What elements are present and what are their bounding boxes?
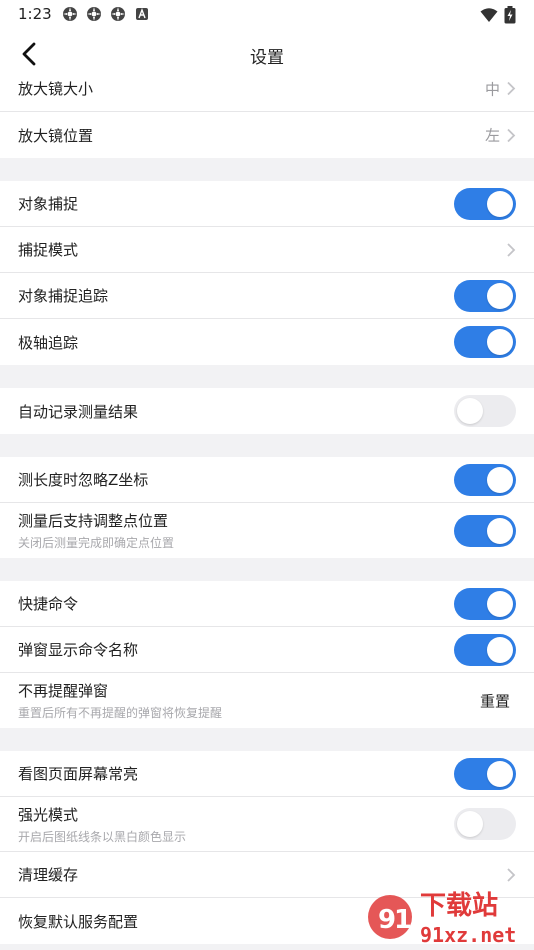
measure-group: 测长度时忽略Z坐标 测量后支持调整点位置 关闭后测量完成即确定点位置 (0, 457, 534, 558)
row-label: 放大镜大小 (18, 80, 94, 98)
row-subtitle: 开启后图纸线条以黑白颜色显示 (18, 829, 187, 844)
section-divider (0, 434, 534, 457)
row-label: 测量后支持调整点位置 (18, 512, 169, 530)
row-label: 清理缓存 (18, 866, 79, 884)
auto-record-toggle[interactable] (454, 395, 516, 427)
app-notification-icon (62, 7, 77, 21)
app-notification-icon (86, 7, 101, 21)
screen-always-on-row: 看图页面屏幕常亮 (0, 751, 534, 797)
magnifier-group: 放大镜大小 中 放大镜位置 左 (0, 66, 534, 158)
auto-record-row: 自动记录测量结果 (0, 388, 534, 434)
row-label: 放大镜位置 (18, 126, 94, 145)
row-label: 捕捉模式 (18, 241, 79, 259)
row-label: 对象捕捉 (18, 195, 79, 213)
section-divider (0, 365, 534, 388)
row-label: 自动记录测量结果 (18, 402, 139, 421)
section-divider (0, 558, 534, 581)
section-divider (0, 158, 534, 181)
command-group: 快捷命令 弹窗显示命令名称 不再提醒弹窗 重置后所有不再提醒的弹窗将恢复提醒 重… (0, 581, 534, 728)
page-title: 设置 (250, 48, 284, 68)
row-label: 看图页面屏幕常亮 (18, 765, 139, 783)
status-time: 1:23 (18, 5, 52, 23)
reset-button[interactable]: 重置 (480, 690, 510, 711)
display-group: 看图页面屏幕常亮 强光模式 开启后图纸线条以黑白颜色显示 清理缓存 恢复默认服务… (0, 751, 534, 944)
measure-record-group: 自动记录测量结果 (0, 388, 534, 434)
polar-tracking-row: 极轴追踪 (0, 319, 534, 365)
popup-command-name-toggle[interactable] (454, 633, 516, 666)
row-label: 快捷命令 (18, 595, 79, 613)
magnifier-size-value: 中 (484, 80, 500, 98)
row-label: 强光模式 (18, 805, 79, 824)
wifi-icon (480, 8, 498, 22)
adjust-point-row: 测量后支持调整点位置 关闭后测量完成即确定点位置 (0, 503, 534, 558)
ignore-z-row: 测长度时忽略Z坐标 (0, 457, 534, 503)
no-remind-popup-row: 不再提醒弹窗 重置后所有不再提醒的弹窗将恢复提醒 重置 (0, 673, 534, 728)
shortcut-command-row: 快捷命令 (0, 581, 534, 627)
popup-command-name-row: 弹窗显示命令名称 (0, 627, 534, 673)
chevron-right-icon (507, 867, 516, 882)
ignore-z-toggle[interactable] (454, 463, 516, 496)
app-notification-icon (110, 7, 125, 21)
snap-mode-row[interactable]: 捕捉模式 (0, 227, 534, 273)
row-label: 不再提醒弹窗 (18, 682, 109, 700)
strong-light-mode-toggle[interactable] (454, 808, 516, 840)
clear-cache-row[interactable]: 清理缓存 (0, 852, 534, 898)
polar-tracking-toggle[interactable] (454, 326, 516, 358)
adjust-point-toggle[interactable] (454, 514, 516, 547)
magnifier-position-value: 左 (484, 126, 500, 145)
row-label: 弹窗显示命令名称 (18, 641, 139, 659)
status-system-icons (480, 6, 516, 24)
status-notification-icons (62, 6, 150, 22)
object-snap-tracking-toggle[interactable] (454, 279, 516, 312)
settings-list: 放大镜大小 中 放大镜位置 左 对象捕捉 捕捉模式 对象捕捉追踪 极轴追踪 自动… (0, 66, 534, 944)
row-subtitle: 重置后所有不再提醒的弹窗将恢复提醒 (18, 706, 223, 720)
row-label: 对象捕捉追踪 (18, 287, 109, 305)
a-badge-icon (135, 8, 148, 20)
screen-always-on-toggle[interactable] (454, 757, 516, 790)
object-snap-tracking-row: 对象捕捉追踪 (0, 273, 534, 319)
battery-icon (504, 6, 516, 24)
object-snap-toggle[interactable] (454, 187, 516, 220)
strong-light-mode-row: 强光模式 开启后图纸线条以黑白颜色显示 (0, 797, 534, 852)
shortcut-command-toggle[interactable] (454, 587, 516, 620)
magnifier-size-row[interactable]: 放大镜大小 中 (0, 66, 534, 112)
row-label: 极轴追踪 (18, 333, 79, 352)
section-divider (0, 728, 534, 751)
snap-group: 对象捕捉 捕捉模式 对象捕捉追踪 极轴追踪 (0, 181, 534, 365)
chevron-right-icon (507, 128, 516, 142)
row-label: 测长度时忽略Z坐标 (18, 471, 149, 489)
magnifier-position-row[interactable]: 放大镜位置 左 (0, 112, 534, 158)
object-snap-row: 对象捕捉 (0, 181, 534, 227)
restore-default-row[interactable]: 恢复默认服务配置 (0, 898, 534, 944)
row-label: 恢复默认服务配置 (18, 912, 139, 931)
chevron-right-icon (507, 81, 516, 96)
status-bar: 1:23 (0, 0, 534, 28)
row-subtitle: 关闭后测量完成即确定点位置 (18, 536, 175, 550)
chevron-right-icon (507, 242, 516, 257)
